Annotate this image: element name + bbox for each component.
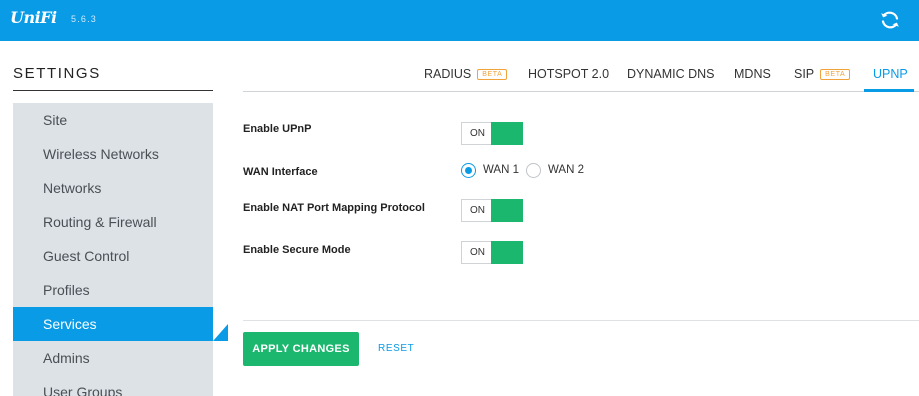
tab-label: RADIUS <box>424 67 472 81</box>
tab-upnp[interactable]: UPNP <box>873 67 908 81</box>
version-label: 5.6.3 <box>71 14 98 24</box>
sidebar-item-label: Services <box>43 316 97 332</box>
toggle-state-label: ON <box>470 205 485 216</box>
reset-link[interactable]: RESET <box>378 343 414 354</box>
tab-hotspot[interactable]: HOTSPOT 2.0 <box>528 67 609 81</box>
secure-mode-toggle[interactable]: ON <box>461 241 523 264</box>
refresh-icon[interactable] <box>878 8 902 32</box>
apply-changes-button[interactable]: APPLY CHANGES <box>243 332 359 366</box>
tab-radius[interactable]: RADIUS BETA <box>424 67 508 81</box>
active-indicator-arrow <box>213 307 228 341</box>
tab-sip[interactable]: SIP BETA <box>794 67 851 81</box>
settings-sidebar: Site Wireless Networks Networks Routing … <box>13 103 228 396</box>
toggle-state-label: ON <box>470 247 485 258</box>
sidebar-item-user-groups[interactable]: User Groups <box>13 375 213 396</box>
sidebar-item-services[interactable]: Services <box>13 307 228 341</box>
beta-badge: BETA <box>820 69 851 80</box>
nat-pmp-label: Enable NAT Port Mapping Protocol <box>243 202 425 214</box>
unifi-logo[interactable]: UniFi <box>10 8 57 27</box>
sidebar-item-routing-firewall[interactable]: Routing & Firewall <box>13 205 213 239</box>
wan-interface-label: WAN Interface <box>243 166 318 178</box>
nat-pmp-toggle[interactable]: ON <box>461 199 523 222</box>
enable-upnp-toggle[interactable]: ON <box>461 122 523 145</box>
tab-dynamic-dns[interactable]: DYNAMIC DNS <box>627 67 715 81</box>
sidebar-item-networks[interactable]: Networks <box>13 171 213 205</box>
wan1-label[interactable]: WAN 1 <box>483 164 519 176</box>
sidebar-item-wireless-networks[interactable]: Wireless Networks <box>13 137 213 171</box>
settings-title: SETTINGS <box>13 65 101 82</box>
sidebar-item-admins[interactable]: Admins <box>13 341 213 375</box>
tab-mdns[interactable]: MDNS <box>734 67 771 81</box>
wan2-label[interactable]: WAN 2 <box>548 164 584 176</box>
beta-badge: BETA <box>477 69 508 80</box>
toggle-knob <box>491 199 523 222</box>
wan2-radio[interactable] <box>526 163 541 178</box>
sidebar-item-profiles[interactable]: Profiles <box>13 273 213 307</box>
enable-upnp-label: Enable UPnP <box>243 123 312 135</box>
active-tab-underline <box>864 89 914 92</box>
sidebar-item-site[interactable]: Site <box>13 103 213 137</box>
form-footer-divider <box>243 320 919 321</box>
services-tabs: RADIUS BETA HOTSPOT 2.0 DYNAMIC DNS MDNS … <box>243 58 919 92</box>
toggle-knob <box>491 122 523 145</box>
settings-divider <box>13 90 213 91</box>
sidebar-item-guest-control[interactable]: Guest Control <box>13 239 213 273</box>
tab-label: SIP <box>794 67 815 81</box>
toggle-knob <box>491 241 523 264</box>
top-bar: UniFi 5.6.3 <box>0 0 919 41</box>
wan1-radio[interactable] <box>461 163 476 178</box>
secure-mode-label: Enable Secure Mode <box>243 244 351 256</box>
toggle-state-label: ON <box>470 128 485 139</box>
